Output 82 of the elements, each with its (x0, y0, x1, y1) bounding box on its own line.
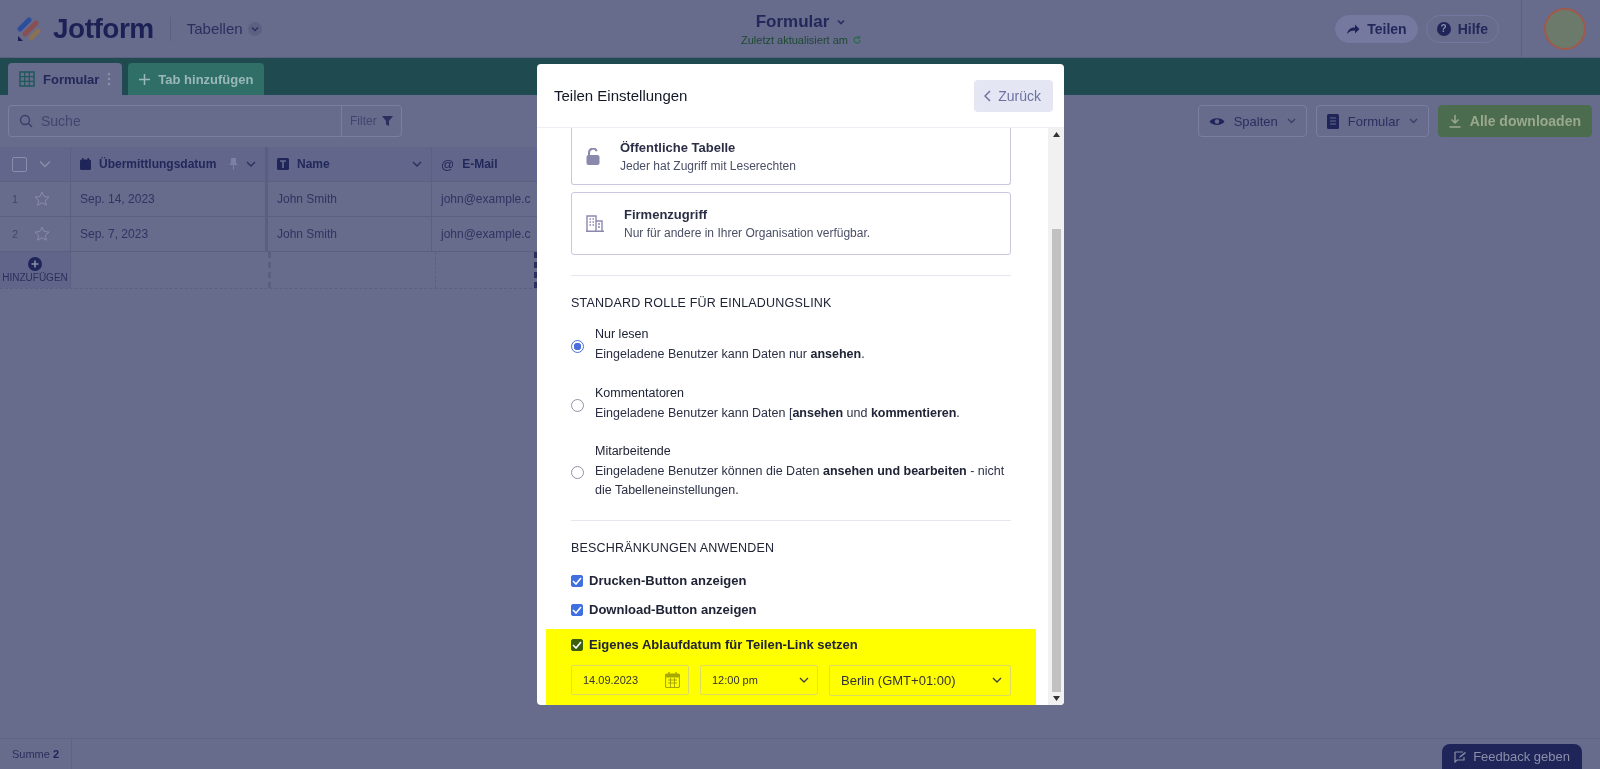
logo[interactable]: Jotform (53, 12, 154, 45)
chevron-icon (799, 676, 809, 683)
table-cell-text: john@example.c (439, 226, 532, 243)
chevron-icon (1286, 118, 1296, 124)
plus-icon (139, 73, 151, 85)
checkbox-label: Eigenes Ablaufdatum für Teilen-Link setzen (589, 637, 858, 653)
role-title: Kommentatoren (595, 386, 685, 401)
checkbox[interactable] (571, 574, 583, 587)
chevron-icon[interactable] (412, 160, 422, 168)
table-cell-text: john@example.c (439, 191, 532, 208)
search-icon (19, 114, 33, 128)
columns-button[interactable]: Spalten (1197, 105, 1307, 137)
chevron-icon (1408, 118, 1418, 124)
text-type-icon (277, 158, 289, 170)
plus-circle-icon (28, 257, 42, 271)
timezone-dropdown[interactable]: Berlin (GMT+01:00) (829, 664, 1011, 696)
logo-icon (17, 15, 43, 42)
grid-icon (19, 71, 35, 87)
role-description: Eingeladene Benutzer kann Daten nur ansehen. (595, 346, 865, 364)
row-count-text: Summe 2 (0, 739, 73, 769)
checkbox-label: Download-Button anzeigen (589, 602, 757, 618)
option-description: Nur für andere in Ihrer Organisation verfügbar. (624, 226, 871, 240)
checkbox[interactable] (571, 638, 583, 651)
last-updated-text: Zuletzt aktualisiert am (741, 33, 848, 46)
calendar-icon[interactable] (665, 671, 680, 688)
option-title: Firmenzugriff (624, 207, 709, 222)
access-option-card[interactable]: Firmenzugriff Nur für andere in Ihrer Organisation verfügbar. (571, 192, 1011, 255)
table-cell: John Smith (268, 182, 432, 216)
role-title: Mitarbeitende (595, 444, 672, 458)
tab[interactable]: Formular (8, 63, 123, 95)
chevron-icon (247, 21, 262, 36)
share-button[interactable]: Teilen (1335, 14, 1418, 43)
help-icon: ? (1436, 21, 1451, 36)
role-title: Nur lesen (595, 327, 650, 342)
scroll-down-arrow-icon[interactable] (1052, 696, 1060, 701)
chevron-icon[interactable] (39, 160, 51, 168)
pin-icon[interactable] (229, 158, 238, 170)
option-description: Jeder hat Zugriff mit Leserechten (620, 158, 796, 173)
form-view-button[interactable]: Formular (1315, 105, 1429, 137)
column-header[interactable]: Name (268, 147, 432, 181)
feedback-button[interactable]: Feedback geben (1442, 744, 1582, 769)
column-header[interactable]: Übermittlungsdatum (71, 147, 268, 181)
access-option-card[interactable]: Öffentliche Tabelle Jeder hat Zugriff mit Leserechten (571, 128, 1011, 185)
date-field[interactable]: 14.09.2023 (571, 664, 689, 695)
time-dropdown[interactable]: 12:00 pm (700, 664, 818, 695)
table-cell: Sep. 7, 2023 (71, 217, 268, 251)
option-title: Öffentliche Tabelle (620, 139, 737, 155)
unlocked-padlock-icon (586, 147, 600, 165)
chevron-left-icon (984, 89, 992, 102)
download-all-button[interactable]: Alle downloaden (1437, 105, 1592, 137)
eye-icon (1208, 115, 1225, 127)
scroll-up-arrow-icon[interactable] (1052, 132, 1060, 137)
role-description: Eingeladene Benutzer kann Daten [ansehen und kommentieren. (595, 405, 960, 423)
funnel-icon (381, 116, 393, 126)
scrollbar[interactable] (1048, 128, 1064, 705)
chevron-icon (992, 677, 1002, 684)
star-icon[interactable] (34, 226, 50, 242)
tab[interactable]: Tab hinzufügen (128, 63, 265, 95)
form-title[interactable]: Formular (755, 11, 848, 32)
section-heading: STANDARD ROLLE FÜR EINLADUNGSLINK (571, 296, 833, 310)
radio-button[interactable] (571, 339, 584, 353)
document-icon (1326, 113, 1339, 129)
checkbox[interactable] (571, 603, 583, 616)
column-header[interactable]: @ E-Mail (432, 147, 537, 181)
chevron-icon[interactable] (246, 160, 256, 168)
calendar-icon (80, 158, 91, 170)
section-menu[interactable]: Tabellen (186, 20, 262, 37)
role-description: Eingeladene Benutzer können die Daten ansehen und bearbeiten - nicht die Tabelleneinstellungen. (595, 463, 1006, 500)
table-cell: John Smith (268, 217, 432, 251)
building-icon (586, 215, 604, 232)
download-icon (1448, 114, 1461, 128)
section-heading: BESCHRÄNKUNGEN ANWENDEN (571, 540, 776, 555)
more-icon[interactable] (107, 72, 112, 86)
at-sign-icon: @ (441, 156, 455, 172)
feedback-icon (1454, 750, 1468, 763)
table-cell: Sep. 14, 2023 (71, 182, 268, 216)
back-button[interactable]: Zurück (974, 79, 1053, 112)
dialog-title: Teilen Einstellungen (554, 87, 688, 104)
select-all-checkbox[interactable] (12, 156, 27, 172)
share-arrow-icon (1346, 22, 1361, 35)
star-icon[interactable] (34, 191, 50, 207)
checkbox-label: Drucken-Button anzeigen (589, 573, 747, 589)
